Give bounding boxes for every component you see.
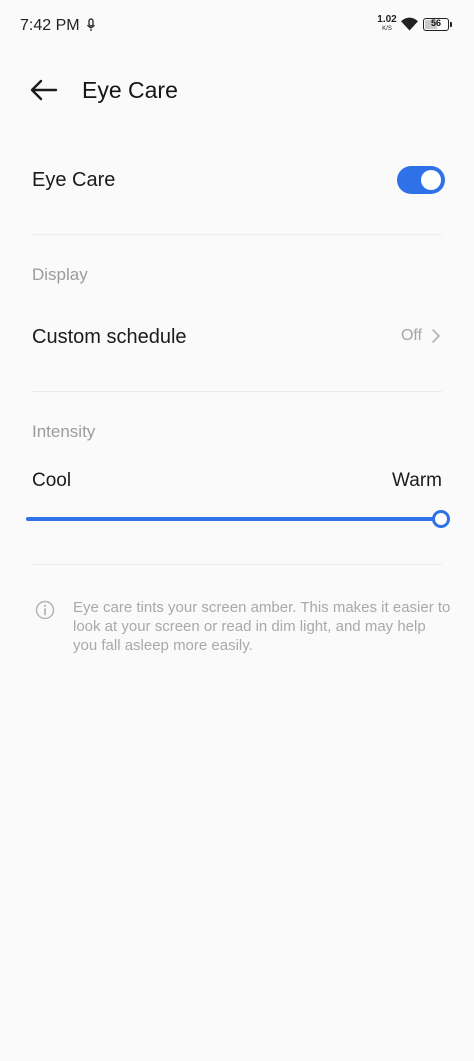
intensity-max-label: Warm (392, 470, 442, 491)
wifi-icon (401, 17, 418, 31)
battery-icon: 56 (423, 18, 452, 31)
divider (32, 564, 442, 565)
network-speed: 1.02 K/S (377, 14, 397, 33)
custom-schedule-label: Custom schedule (32, 326, 187, 348)
chevron-right-icon (432, 329, 440, 343)
section-title-intensity: Intensity (32, 422, 96, 441)
divider (32, 391, 442, 392)
intensity-slider[interactable] (26, 508, 450, 530)
mic-icon (86, 18, 96, 31)
intensity-min-label: Cool (32, 470, 72, 491)
back-button[interactable] (26, 74, 62, 106)
arrow-left-icon (30, 79, 58, 101)
app-header: Eye Care (0, 60, 474, 120)
toggle-knob (421, 170, 441, 190)
status-bar: 7:42 PM 1.02 K/S 56 (0, 0, 474, 52)
eye-care-toggle[interactable] (397, 166, 445, 194)
info-icon (35, 600, 55, 620)
slider-thumb[interactable] (432, 510, 450, 528)
page-title: Eye Care (82, 77, 178, 103)
status-time: 7:42 PM (20, 17, 80, 34)
network-speed-unit: K/S (382, 26, 392, 32)
section-title-display: Display (32, 265, 88, 284)
network-speed-value: 1.02 (377, 14, 397, 25)
info-description: Eye care tints your screen amber. This m… (73, 599, 451, 654)
eye-care-label: Eye Care (32, 169, 116, 191)
divider (32, 234, 442, 235)
custom-schedule-value: Off (400, 327, 422, 344)
battery-level: 56 (430, 18, 441, 28)
slider-fill (26, 517, 441, 521)
